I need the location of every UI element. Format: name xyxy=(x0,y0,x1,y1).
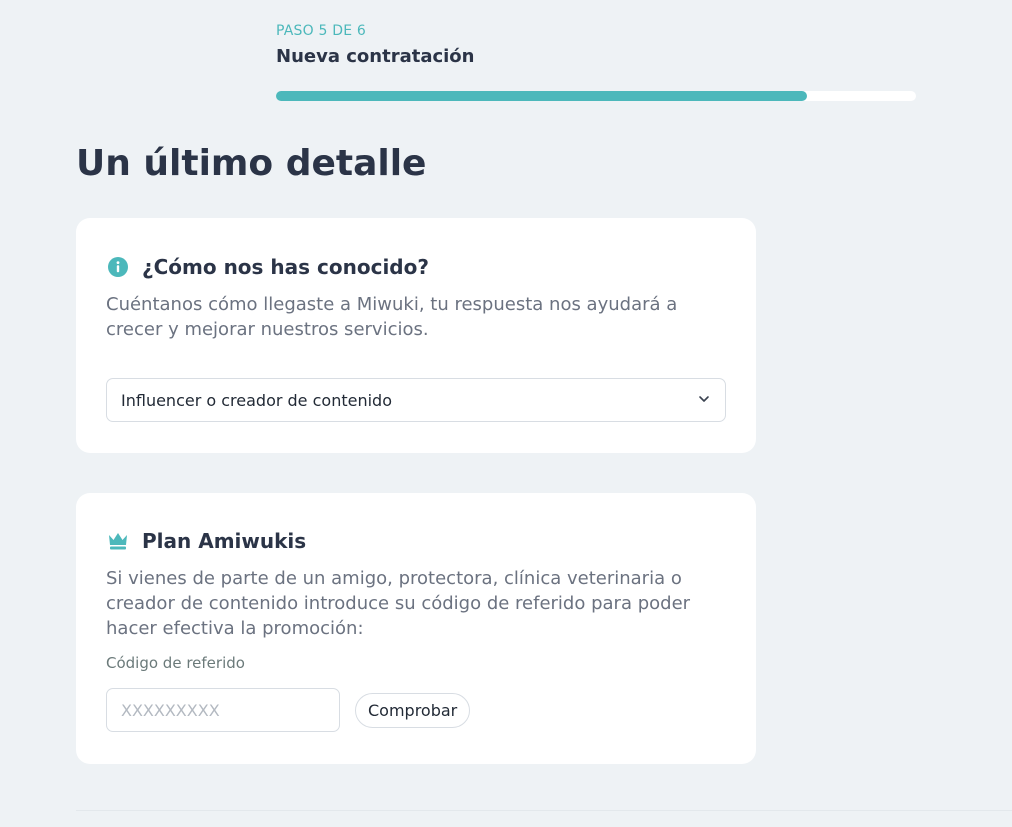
how-found-description: Cuéntanos cómo llegaste a Miwuki, tu res… xyxy=(106,294,678,340)
chevron-down-icon xyxy=(697,391,711,410)
step-header: PASO 5 DE 6 Nueva contratación xyxy=(276,22,916,101)
check-button[interactable]: Comprobar xyxy=(355,693,471,728)
crown-icon xyxy=(106,529,130,553)
referral-code-label: Código de referido xyxy=(106,654,245,672)
plan-card: Plan Amiwukis Si vienes de parte de un a… xyxy=(76,493,756,764)
how-found-card: ¿Cómo nos has conocido? Cuéntanos cómo l… xyxy=(76,218,756,453)
progress-bar-fill xyxy=(276,91,808,101)
how-found-select-value: Influencer o creador de contenido xyxy=(121,390,392,410)
plan-title: Plan Amiwukis xyxy=(142,529,307,553)
plan-description: Si vienes de parte de un amigo, protecto… xyxy=(106,568,691,639)
step-label: PASO 5 DE 6 xyxy=(276,23,367,39)
step-title: Nueva contratación xyxy=(276,46,475,67)
page: PASO 5 DE 6 Nueva contratación Un último… xyxy=(0,0,1012,827)
divider xyxy=(76,810,1012,811)
plan-header: Plan Amiwukis xyxy=(106,528,726,554)
info-icon xyxy=(106,255,130,279)
progress-bar xyxy=(276,91,916,101)
how-found-title: ¿Cómo nos has conocido? xyxy=(142,255,429,279)
how-found-header: ¿Cómo nos has conocido? xyxy=(106,254,726,280)
referral-code-input[interactable] xyxy=(106,688,340,732)
how-found-select[interactable]: Influencer o creador de contenido xyxy=(106,378,726,422)
page-title: Un último detalle xyxy=(76,143,427,184)
